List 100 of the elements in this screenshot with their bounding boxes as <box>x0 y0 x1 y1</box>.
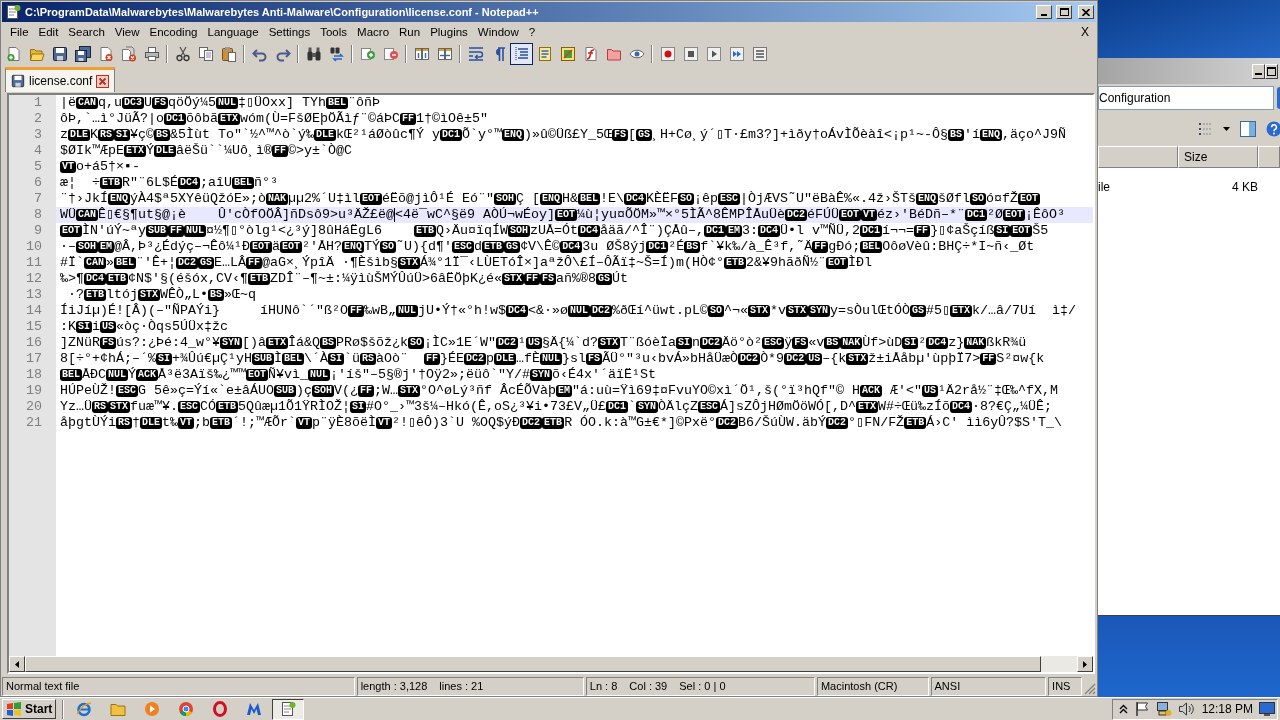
control-code: CAN <box>76 209 98 221</box>
address-field[interactable]: Configuration <box>1098 86 1274 110</box>
menu-item[interactable]: Window <box>472 23 524 41</box>
column-header[interactable] <box>1098 146 1178 168</box>
menu-item[interactable]: Encoding <box>144 23 203 41</box>
menu-item[interactable]: Tools <box>315 23 353 41</box>
speaker-icon[interactable] <box>1177 701 1194 717</box>
line-text: q,u <box>98 95 122 111</box>
flag-icon[interactable] <box>1133 701 1150 717</box>
line-text: ` <box>628 399 637 415</box>
line-text: f`¥k‰/à_Ê³f,˜Ä <box>700 239 813 255</box>
control-code: NUL <box>216 97 239 109</box>
line-text: %ðŒí^üwt.pL© <box>612 303 708 319</box>
maximize-button[interactable] <box>1056 5 1072 19</box>
control-code: US <box>806 353 823 365</box>
menu-item[interactable]: Plugins <box>425 23 473 41</box>
line-text: ßkR¾ü <box>986 335 1027 351</box>
monitor-icon[interactable] <box>1259 702 1275 716</box>
line-text: d <box>474 239 483 255</box>
line-number: 15 <box>25 319 43 335</box>
control-code: ETB <box>904 417 927 429</box>
column-header[interactable]: Size <box>1178 146 1258 168</box>
clipboard-icon <box>220 46 237 62</box>
line-text: «òç·Òqs5ÚÜx‡žc <box>116 319 228 335</box>
control-code: ESC <box>116 385 138 397</box>
menu-item[interactable]: Search <box>63 23 110 41</box>
maximize-button[interactable] <box>1265 63 1278 79</box>
menu-item[interactable]: Run <box>394 23 426 41</box>
menu-item[interactable]: Language <box>202 23 264 41</box>
minimize-button[interactable] <box>1252 63 1265 79</box>
line-text: *v <box>770 303 786 319</box>
line-text: Æ′<″ <box>889 383 922 399</box>
computer-icon[interactable] <box>1155 701 1172 717</box>
line-text: CÓ <box>200 399 217 415</box>
scroll-left-button[interactable] <box>9 656 25 672</box>
text-editor[interactable] <box>7 93 1095 674</box>
line-text: õ‹É4x′´äïË¹St <box>552 367 657 383</box>
list-item-text: ile <box>1098 179 1111 196</box>
control-code: ETX <box>266 337 289 349</box>
line-text: Út <box>612 271 629 287</box>
taskbar-button[interactable] <box>272 698 304 720</box>
control-code: US <box>526 337 543 349</box>
control-code: FF <box>168 225 185 237</box>
m-logo-icon <box>246 701 262 717</box>
column-header[interactable] <box>1258 146 1280 168</box>
close-document-button[interactable]: X <box>1079 23 1091 41</box>
minimize-button[interactable] <box>1036 5 1052 19</box>
line-text: ´!;™ÆÕr` <box>232 415 297 431</box>
go-button[interactable] <box>1277 87 1280 109</box>
line-text: ]ZNüR <box>60 335 100 351</box>
control-code: FF <box>272 145 289 157</box>
line-text: »Œ~q <box>224 287 257 303</box>
close-files-icon <box>120 46 137 62</box>
line-text: æ¦ ÷ <box>60 175 100 191</box>
control-code: FF <box>246 257 263 269</box>
scroll-right-button[interactable] <box>1077 656 1093 672</box>
line-text: Ò*9 <box>760 351 785 367</box>
control-code: ENQ <box>980 129 1003 141</box>
line-text: ′í <box>964 127 981 143</box>
menu-item[interactable]: Edit <box>33 23 64 41</box>
open-folder-icon <box>28 46 45 62</box>
line-text: ²É <box>668 239 685 255</box>
line-text: Ý <box>128 367 137 383</box>
line-text: Ü•l v™ÑÜ,2 <box>780 223 861 239</box>
line-text: ä <box>272 239 281 255</box>
menu-item[interactable]: Macro <box>352 23 395 41</box>
close-tab-icon[interactable] <box>96 74 110 88</box>
line-text: ,äço^J9Ñ <box>1002 127 1067 143</box>
dropdown-arrow-icon[interactable] <box>1223 127 1230 131</box>
line-text: » <box>106 255 114 271</box>
start-button[interactable]: Start <box>2 699 56 719</box>
line-text: † <box>132 415 140 431</box>
preview-pane-icon[interactable] <box>1240 121 1256 137</box>
control-code: SOH <box>494 193 516 205</box>
double-chevron-up-icon[interactable] <box>1118 704 1128 714</box>
line-text: 8[÷°+¢hÁ;–´% <box>60 351 156 367</box>
line-text: z} <box>948 335 965 351</box>
control-code: CAN <box>76 97 98 109</box>
flag-logo-icon <box>6 702 22 716</box>
line-text: éËõ@jìÔ¹É Eó¨" <box>382 191 494 207</box>
control-code: EOT <box>1002 209 1025 221</box>
control-code: NAK <box>964 337 987 349</box>
list-icon <box>751 46 768 62</box>
control-code: DC1 <box>860 225 883 237</box>
control-code: GS <box>596 273 613 285</box>
menu-item[interactable]: View <box>109 23 145 41</box>
menu-item[interactable]: Settings <box>263 23 316 41</box>
close-button[interactable] <box>1078 5 1094 19</box>
document-tab[interactable]: license.conf <box>5 67 116 92</box>
menu-item[interactable]: File <box>5 23 34 41</box>
view-list-icon[interactable] <box>1197 121 1213 137</box>
control-code: STX <box>786 305 809 317</box>
line-number: 18 <box>25 367 43 383</box>
toolbar-button[interactable] <box>510 43 533 65</box>
control-code: FF <box>358 385 375 397</box>
left-arrow-icon <box>15 660 19 668</box>
help-icon[interactable] <box>1266 121 1280 137</box>
control-code: VT <box>376 417 393 429</box>
menu-item[interactable]: ? <box>523 23 541 41</box>
resize-grip-icon[interactable] <box>1084 683 1096 695</box>
